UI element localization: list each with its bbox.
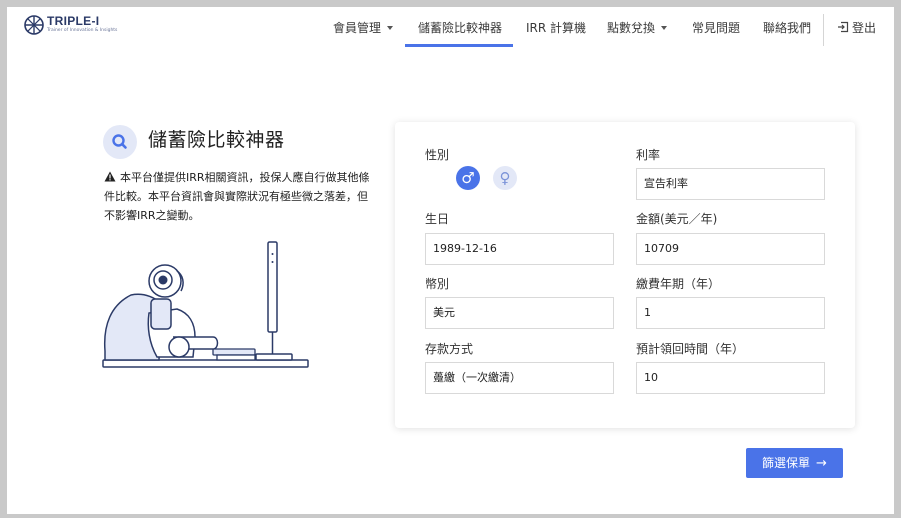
page-frame: TRIPLE-I Trainer of Innovation & Insight… <box>7 7 894 514</box>
nav-label: 會員管理 <box>333 21 382 35</box>
logout-icon <box>838 21 849 33</box>
nav-item-contact[interactable]: 聯絡我們 <box>763 7 811 49</box>
nav-label: 聯絡我們 <box>763 21 812 35</box>
warning-icon <box>104 171 116 182</box>
disclaimer-notice: 本平台僅提供IRR相關資訊，投保人應自行做其他條件比較。本平台資訊會與實際狀況有… <box>104 168 370 225</box>
brand-logo[interactable]: TRIPLE-I Trainer of Innovation & Insight… <box>23 13 117 37</box>
nav-label: 點數兌換 <box>607 21 656 35</box>
nav-item-savings-compare[interactable]: 儲蓄險比較神器 <box>418 7 502 49</box>
deposit-method-select[interactable]: 躉繳（一次繳清） <box>425 362 614 394</box>
rate-label: 利率 <box>636 148 661 162</box>
nav-divider <box>823 14 824 46</box>
chevron-down-icon <box>661 25 668 30</box>
birthday-input[interactable]: 1989-12-16 <box>425 233 614 265</box>
deposit-method-label: 存款方式 <box>425 342 474 356</box>
male-icon: ♂ <box>461 169 475 187</box>
title-icon-badge <box>103 125 137 159</box>
gender-label: 性別 <box>425 148 450 162</box>
pay-years-label: 繳費年期（年） <box>636 277 721 291</box>
rate-select[interactable]: 宣告利率 <box>636 168 825 200</box>
amount-input[interactable]: 10709 <box>636 233 825 265</box>
chevron-down-icon <box>387 25 394 30</box>
top-navbar: TRIPLE-I Trainer of Innovation & Insight… <box>7 7 894 49</box>
page-title: 儲蓄險比較神器 <box>148 129 285 151</box>
brand-tagline: Trainer of Innovation & Insights <box>47 28 118 33</box>
nav-item-irr-calculator[interactable]: IRR 計算機 <box>526 7 586 49</box>
currency-select[interactable]: 美元 <box>425 297 614 329</box>
brand-name: TRIPLE-I <box>47 14 100 28</box>
search-form-card: 性別 ♂ ♀ 利率 宣告利率 生日 1989-12-16 金額(美元／年) 10… <box>395 122 855 428</box>
logo-mark-icon <box>24 15 44 35</box>
gender-female-button[interactable]: ♀ <box>493 166 517 190</box>
nav-label: IRR 計算機 <box>526 21 587 35</box>
logout-button[interactable]: 登出 <box>837 7 876 49</box>
pay-years-input[interactable]: 1 <box>636 297 825 329</box>
female-icon: ♀ <box>499 169 511 187</box>
nav-active-indicator <box>405 44 513 47</box>
logout-label: 登出 <box>852 21 877 35</box>
arrow-right-icon: → <box>816 456 827 471</box>
gender-male-button[interactable]: ♂ <box>456 166 480 190</box>
nav-item-faq[interactable]: 常見問題 <box>692 7 740 49</box>
amount-label: 金額(美元／年) <box>636 212 718 226</box>
nav-item-points[interactable]: 點數兌換 <box>607 7 668 49</box>
payout-time-input[interactable]: 10 <box>636 362 825 394</box>
nav-label: 常見問題 <box>692 21 741 35</box>
filter-button-label: 篩選保單 <box>762 456 811 470</box>
nav-item-member[interactable]: 會員管理 <box>333 7 394 49</box>
astronaut-illustration <box>102 241 309 368</box>
currency-label: 幣別 <box>425 277 450 291</box>
payout-time-label: 預計領回時間（年） <box>636 342 745 356</box>
search-icon <box>112 134 127 149</box>
nav-label: 儲蓄險比較神器 <box>418 21 503 35</box>
disclaimer-text: 本平台僅提供IRR相關資訊，投保人應自行做其他條件比較。本平台資訊會與實際狀況有… <box>104 171 370 222</box>
birthday-label: 生日 <box>425 212 450 226</box>
filter-policies-button[interactable]: 篩選保單 → <box>746 448 843 478</box>
